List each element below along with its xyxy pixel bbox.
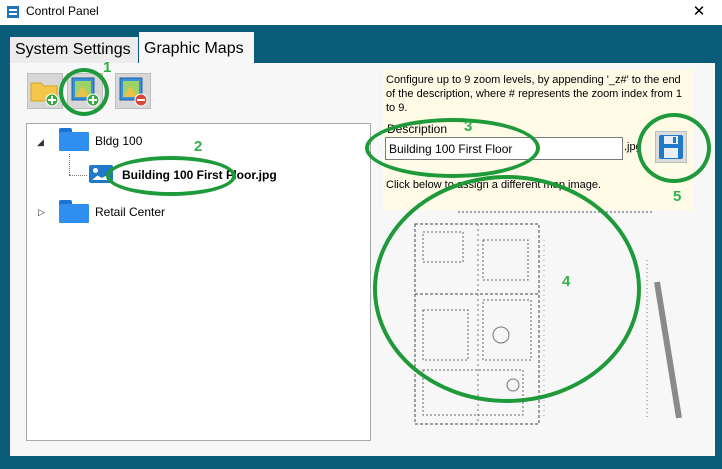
annotation-number-5: 5: [673, 188, 682, 205]
add-map-icon: [71, 77, 100, 107]
description-input[interactable]: [385, 137, 623, 160]
annotation-number-1: 1: [103, 59, 112, 76]
add-folder-button[interactable]: [27, 73, 63, 109]
remove-map-icon: [119, 77, 148, 107]
collapse-arrow-icon[interactable]: ◢: [37, 137, 44, 148]
add-folder-icon: [30, 82, 59, 107]
zoom-info-text: Configure up to 9 zoom levels, by append…: [386, 74, 682, 114]
tree-item-retail-center[interactable]: Retail Center: [95, 205, 165, 219]
annotation-number-3: 3: [464, 118, 473, 135]
save-icon: [659, 135, 683, 159]
expand-arrow-icon[interactable]: ▷: [38, 207, 45, 218]
tree-item-map-image[interactable]: Building 100 First Floor.jpg: [122, 168, 277, 182]
control-panel-icon: [7, 6, 19, 18]
window-title: Control Panel: [26, 4, 99, 18]
annotation-number-2: 2: [194, 138, 203, 155]
floor-plan-drawing: [414, 211, 682, 425]
close-button[interactable]: ✕: [676, 0, 722, 25]
tab-graphic-maps[interactable]: Graphic Maps: [139, 32, 254, 64]
remove-map-button[interactable]: [115, 73, 151, 109]
tree-connector: [69, 175, 87, 176]
add-map-button[interactable]: [67, 73, 103, 109]
annotation-number-4: 4: [562, 273, 571, 290]
assign-image-hint: Click below to assign a different map im…: [386, 179, 602, 191]
folder-icon: [59, 128, 89, 151]
file-extension: .jpg: [624, 141, 642, 153]
tab-system-settings[interactable]: System Settings: [10, 37, 138, 63]
tree-item-bldg-100[interactable]: Bldg 100: [95, 134, 142, 148]
description-label: Description: [387, 122, 448, 136]
image-icon: [89, 165, 113, 183]
save-button[interactable]: [655, 131, 687, 163]
floor-plan-image[interactable]: [383, 200, 693, 445]
title-bar: Control Panel ✕: [0, 0, 722, 25]
tree-connector: [69, 154, 70, 175]
folder-icon: [59, 200, 89, 223]
